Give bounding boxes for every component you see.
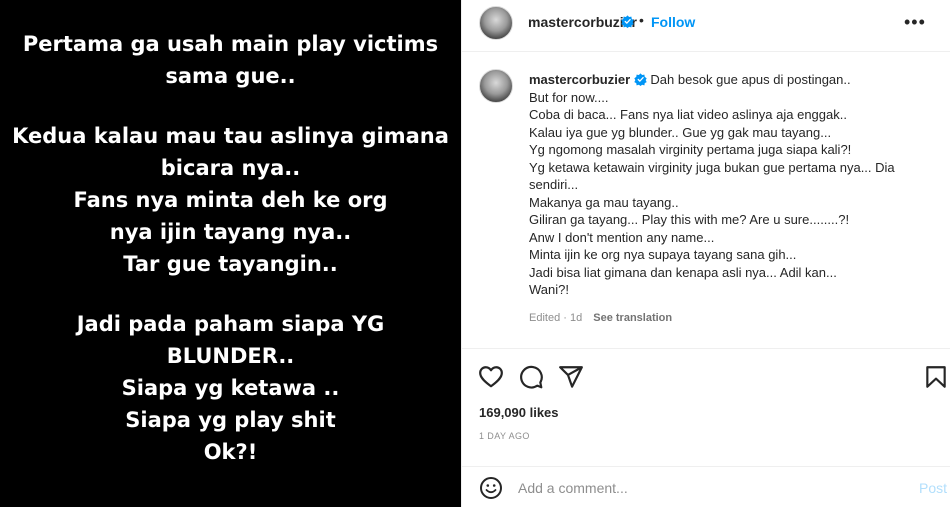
image-text-line: Fans nya minta deh ke org (73, 188, 388, 212)
likes-count[interactable]: 169,090 likes (479, 405, 559, 420)
caption-username[interactable]: mastercorbuzier (529, 72, 630, 87)
caption-first-line: mastercorbuzier Dah besok gue apus di po… (529, 71, 929, 89)
separator-dot: • (639, 12, 644, 28)
image-text-line: nya ijin tayang nya.. (109, 220, 352, 244)
image-text-line: bicara nya.. (160, 156, 301, 180)
caption: mastercorbuzier Dah besok gue apus di po… (529, 71, 929, 299)
caption-line: Jadi bisa liat gimana dan kenapa asli ny… (529, 264, 837, 280)
image-text-line: Kedua kalau mau tau aslinya gimana (12, 124, 449, 148)
avatar[interactable] (479, 69, 513, 103)
add-comment-bar: Post (462, 466, 950, 507)
share-icon[interactable] (558, 364, 584, 390)
image-text-line: BLUNDER.. (166, 344, 295, 368)
post-header: mastercorbuzier • Follow ••• (462, 0, 950, 52)
comment-input[interactable] (518, 479, 898, 497)
caption-line: Wani?! (529, 282, 569, 297)
caption-line: Anw I don't mention any name... (529, 229, 715, 245)
image-text-line: Pertama ga usah main play victims (22, 32, 439, 56)
see-translation-link[interactable]: See translation (593, 312, 672, 324)
image-text-line: Siapa yg play shit (125, 408, 336, 432)
image-text-line: sama gue.. (165, 64, 296, 88)
caption-line: Dah besok gue apus di postingan.. (650, 72, 851, 87)
post-timestamp[interactable]: 1 DAY AGO (479, 431, 530, 441)
verified-badge-icon (621, 15, 634, 28)
post-image: Pertama ga usah main play victims sama g… (0, 0, 461, 507)
image-text-spacer (0, 92, 461, 120)
edited-timestamp: Edited · 1d (529, 312, 583, 324)
emoji-icon[interactable] (479, 476, 503, 500)
bookmark-icon[interactable] (923, 364, 949, 390)
caption-line: Giliran ga tayang... Play this with me? … (529, 212, 850, 227)
heart-icon[interactable] (478, 364, 504, 390)
caption-meta: Edited · 1d See translation (529, 312, 672, 324)
post-button[interactable]: Post (919, 480, 947, 496)
follow-button[interactable]: Follow (651, 14, 695, 30)
image-text-spacer (0, 280, 461, 308)
comments-section: mastercorbuzier Dah besok gue apus di po… (462, 53, 950, 349)
image-text-line: Ok?! (203, 440, 258, 464)
image-text-line: Jadi pada paham siapa YG (76, 312, 385, 336)
caption-line: Minta ijin ke org nya supaya tayang sana… (529, 247, 797, 262)
action-bar (462, 358, 950, 398)
avatar[interactable] (479, 6, 513, 40)
image-text-line: Tar gue tayangin.. (123, 252, 338, 276)
caption-line: Kalau iya gue yg blunder.. Gue yg gak ma… (529, 124, 832, 140)
caption-line: Coba di baca... Fans nya liat video asli… (529, 107, 847, 122)
image-text-line: Siapa yg ketawa .. (121, 376, 340, 400)
caption-line: Yg ketawa ketawain virginity juga bukan … (529, 159, 895, 175)
more-options-icon[interactable]: ••• (904, 12, 926, 33)
caption-line: sendiri... (529, 177, 579, 192)
post-sidebar: mastercorbuzier • Follow ••• mastercorbu… (461, 0, 950, 507)
comment-icon[interactable] (518, 364, 544, 390)
caption-line: Makanya ga mau tayang.. (529, 194, 679, 210)
caption-line: But for now.... (529, 89, 609, 105)
verified-badge-icon (634, 73, 647, 86)
caption-line: Yg ngomong masalah virginity pertama jug… (529, 142, 852, 157)
